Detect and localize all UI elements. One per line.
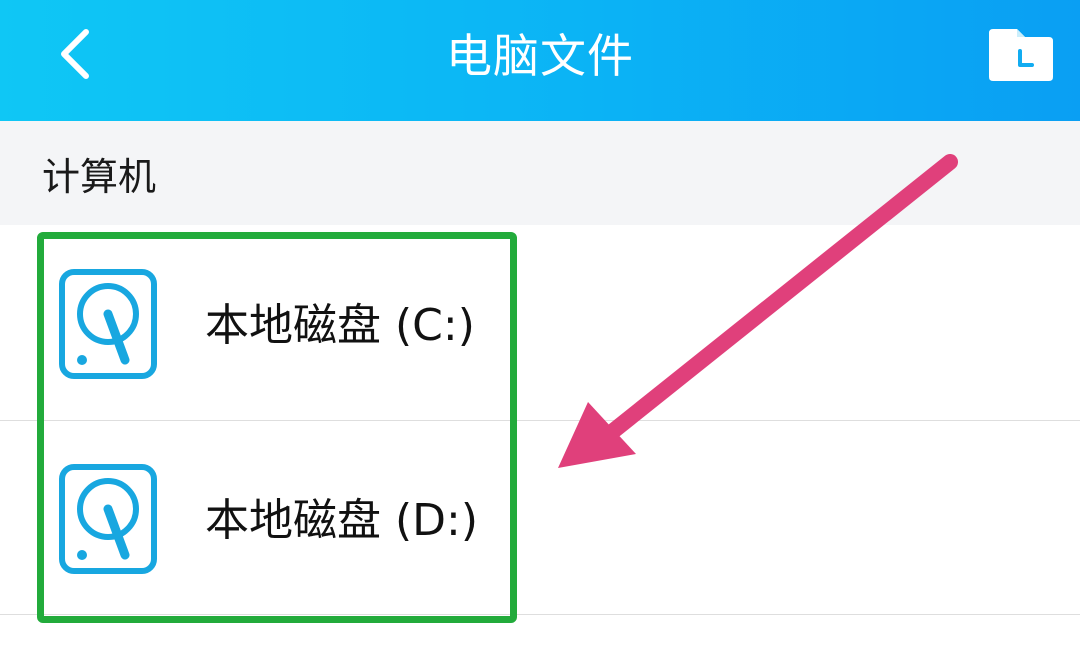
chevron-left-icon xyxy=(61,29,89,79)
section-header: 计算机 xyxy=(0,121,1080,225)
drive-row-c[interactable]: 本地磁盘 (C:) xyxy=(0,226,1080,420)
back-button[interactable] xyxy=(52,24,100,84)
hard-drive-icon xyxy=(59,464,157,574)
hard-drive-icon xyxy=(59,269,157,379)
folder-button[interactable] xyxy=(987,25,1055,83)
folder-icon xyxy=(989,29,1053,81)
drive-label: 本地磁盘 (C:) xyxy=(205,300,475,351)
divider xyxy=(0,614,1080,615)
top-bar: 电脑文件 xyxy=(0,0,1080,121)
drive-row-d[interactable]: 本地磁盘 (D:) xyxy=(0,421,1080,615)
section-label: 计算机 xyxy=(42,155,157,199)
page-title: 电脑文件 xyxy=(446,29,634,83)
drive-label: 本地磁盘 (D:) xyxy=(205,495,479,546)
